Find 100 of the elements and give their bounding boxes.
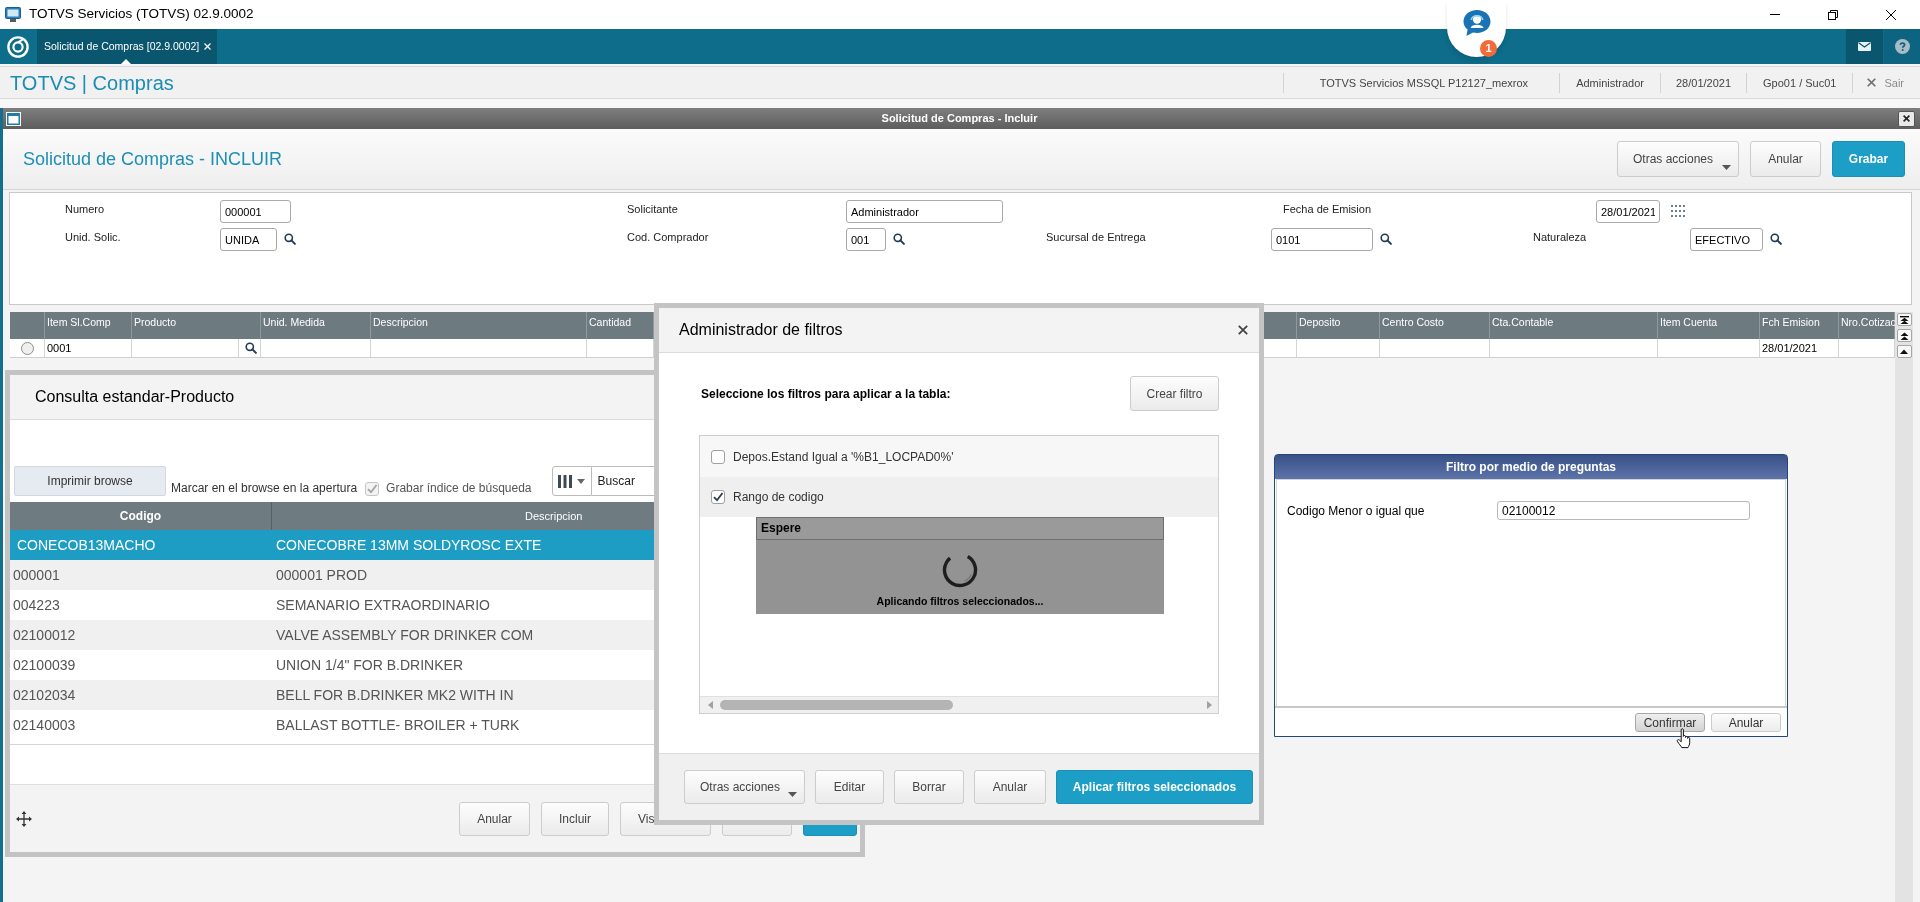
text-field[interactable]: 001 (846, 228, 886, 251)
text-field[interactable]: Administrador (846, 200, 1003, 223)
wait-message: Aplicando filtros seleccionados... (876, 594, 1044, 609)
cancel-button[interactable]: Anular (1711, 712, 1781, 732)
table-cell: 28/01/2021 (1760, 339, 1839, 357)
scroll-top-icon (1899, 315, 1909, 324)
table-cell-text: UNION 1/4" FOR B.DRINKER (275, 655, 464, 675)
notification-badge: 1 (1480, 40, 1497, 57)
scroll-up-button[interactable] (1896, 345, 1912, 358)
search-icon[interactable] (893, 233, 905, 245)
text-field[interactable]: UNIDA (220, 228, 277, 251)
delete-button[interactable]: Borrar (894, 770, 964, 804)
tab[interactable]: Solicitud de Compras [02.9.0002] (37, 29, 218, 64)
table-cell-text: SEMANARIO EXTRAORDINARIO (275, 595, 491, 615)
table-cell-text: BELL FOR B.DRINKER MK2 WITH IN (275, 685, 515, 705)
text-field[interactable]: 02100012 (1497, 501, 1750, 520)
table-cell-text: 02100039 (12, 655, 77, 675)
checkbox[interactable] (711, 449, 725, 464)
close-icon (1903, 115, 1910, 122)
double-caret-up-icon (1899, 331, 1909, 340)
include-button[interactable]: Incluir (541, 801, 609, 836)
caret-down-icon (1722, 165, 1731, 170)
field-label: Numero (65, 202, 106, 216)
header-info: TOTVS Servicios MSSQL P12127_mexrox (1282, 72, 1560, 93)
table-cell-text: CONECOB13MACHO (16, 535, 157, 555)
field-label: Fecha de Emision (1283, 202, 1373, 216)
app-icon (5, 7, 21, 22)
mail-icon (1858, 42, 1871, 51)
table-cell-text: CONECOBRE 13MM SOLDYROSC EXTE (275, 535, 543, 555)
move-icon[interactable] (16, 810, 32, 827)
cancel-button[interactable]: Anular (459, 801, 530, 836)
radio-button[interactable] (20, 341, 34, 355)
close-icon (1886, 9, 1896, 20)
table-cell-text: VALVE ASSEMBLY FOR DRINKER COM (275, 625, 535, 645)
wait-dialog-title: Espere (756, 517, 1164, 540)
calendar-icon[interactable] (1671, 205, 1685, 217)
dialog-title: Filtro por medio de preguntas (1275, 455, 1787, 479)
columns-icon (558, 474, 573, 488)
text-field[interactable]: 000001 (220, 200, 291, 223)
scroll-top-button[interactable] (1896, 313, 1912, 326)
column-selector-button[interactable] (551, 466, 592, 496)
mail-button[interactable] (1846, 29, 1883, 64)
cancel-button[interactable]: Anular (974, 770, 1046, 804)
option-label: Marcar en el browse en la apertura (171, 481, 358, 495)
table-cell-text: BALLAST BOTTLE- BROILER + TURK (275, 715, 521, 735)
filter-label: Rango de codigo (733, 489, 824, 506)
field-label: Unid. Solic. (65, 230, 122, 244)
close-icon (1867, 78, 1877, 87)
search-icon[interactable] (245, 342, 257, 354)
table-cell-text: 02102034 (12, 685, 77, 705)
edit-button[interactable]: Editar (815, 770, 884, 804)
text-field[interactable]: EFECTIVO (1690, 228, 1763, 251)
search-icon[interactable] (284, 233, 296, 245)
window-title: TOTVS Servicios (TOTVS) 02.9.0002 (29, 5, 254, 24)
app-title: TOTVS | Compras (9, 70, 174, 96)
text-field[interactable]: 0101 (1271, 228, 1373, 251)
header-info: 28/01/2021 (1660, 72, 1747, 93)
header-info: Administrador (1559, 72, 1660, 93)
field-label: Cod. Comprador (627, 230, 710, 244)
list-item[interactable]: Depos.Estand Igual a '%B1_LOCPAD0%' (700, 436, 1218, 477)
field-label: Sucursal de Entrega (1046, 230, 1147, 244)
confirm-button[interactable]: Confirmar (1635, 712, 1705, 732)
search-icon[interactable] (1380, 233, 1392, 245)
field-label: Codigo Menor o igual que (1287, 502, 1426, 520)
more-actions-button[interactable]: Otras acciones (684, 770, 805, 804)
help-button[interactable] (1884, 29, 1920, 64)
column-header: Descripcion (524, 508, 584, 524)
table-cell-text: 02100012 (12, 625, 77, 645)
checkbox[interactable] (711, 490, 725, 504)
create-filter-button[interactable]: Crear filtro (1130, 376, 1219, 411)
table-cell-text: 000001 (12, 565, 61, 585)
dialog-title: Consulta estandar-Producto (35, 387, 235, 407)
close-icon[interactable] (1238, 325, 1248, 335)
chat-icon (1461, 9, 1492, 37)
dialog-title: Administrador de filtros (679, 320, 844, 340)
page-title: Solicitud de Compras - INCLUIR (23, 147, 284, 171)
field-label: Naturaleza (1533, 230, 1588, 244)
logo-icon[interactable] (7, 35, 29, 58)
table-cell: 0001 (45, 339, 132, 357)
page-up-button[interactable] (1896, 329, 1912, 342)
text-field[interactable]: 28/01/2021 (1596, 200, 1660, 223)
close-button[interactable] (1898, 110, 1915, 127)
prompt-text: Seleccione los filtros para aplicar a la tabla: (700, 385, 952, 403)
search-icon[interactable] (1770, 233, 1782, 245)
cancel-button[interactable]: Anular (1750, 141, 1821, 177)
restore-icon (1828, 9, 1838, 20)
filter-label: Depos.Estand Igual a '%B1_LOCPAD0%' (733, 448, 954, 466)
spinner-icon (942, 552, 978, 588)
caret-down-icon (788, 792, 797, 797)
header-info: Gpo01 / Suc01 (1746, 72, 1853, 93)
table-cell-text: 004223 (12, 595, 61, 615)
scrollbar-thumb[interactable] (720, 700, 953, 710)
more-actions-button[interactable]: Otras acciones (1617, 141, 1739, 177)
caret-up-icon (1900, 349, 1908, 354)
list-item[interactable]: Rango de codigo (700, 477, 1218, 517)
routine-title: Solicitud de Compras - Incluir (880, 111, 1039, 127)
table-cell-text: 000001 PROD (275, 565, 369, 585)
option-label: Grabar índice de búsqueda (386, 481, 532, 495)
print-button[interactable]: Imprimir browse (14, 466, 166, 496)
field-label: Solicitante (627, 202, 679, 216)
